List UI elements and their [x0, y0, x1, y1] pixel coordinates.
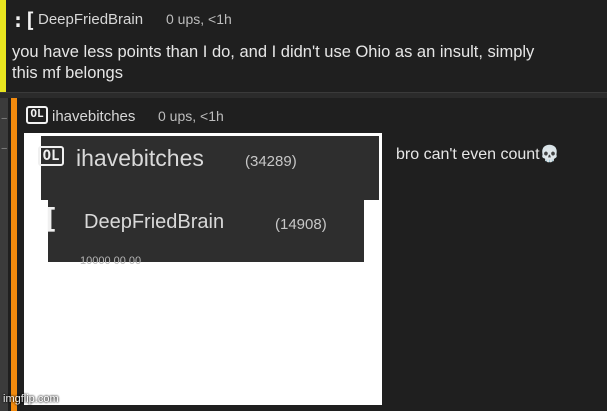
thread-indicator-orange [11, 98, 17, 411]
comment-text: bro can't even count💀 [396, 144, 560, 164]
username-link[interactable]: DeepFriedBrain [38, 11, 143, 28]
avatar[interactable]: OL [26, 106, 48, 124]
embedded-username: DeepFriedBrain [84, 211, 225, 233]
comment-meta: 0 ups, <1h [166, 11, 232, 27]
avatar[interactable]: :[ [12, 10, 36, 30]
embedded-username: ihavebitches [76, 145, 204, 171]
comment-text-line2: this mf belongs [12, 64, 123, 82]
collapse-icon[interactable]: − [1, 144, 7, 155]
collapse-icon[interactable]: − [1, 114, 7, 125]
thread-indicator-yellow [0, 0, 6, 92]
embedded-avatar: [ [42, 202, 59, 235]
comment-text-line1: you have less points than I do, and I di… [12, 43, 535, 61]
comment-meta: 0 ups, <1h [158, 108, 224, 124]
username-link[interactable]: ihavebitches [52, 108, 135, 125]
imgflip-watermark: imgflip.com [3, 393, 59, 405]
comment-text-label: bro can't even count [396, 146, 540, 163]
skull-icon: 💀 [539, 146, 560, 163]
embedded-points: (34289) [245, 153, 297, 170]
embedded-avatar: OL [38, 146, 64, 166]
embedded-cutoff-text: 10000 00 00 [80, 255, 142, 267]
embedded-points: (14908) [275, 216, 327, 233]
